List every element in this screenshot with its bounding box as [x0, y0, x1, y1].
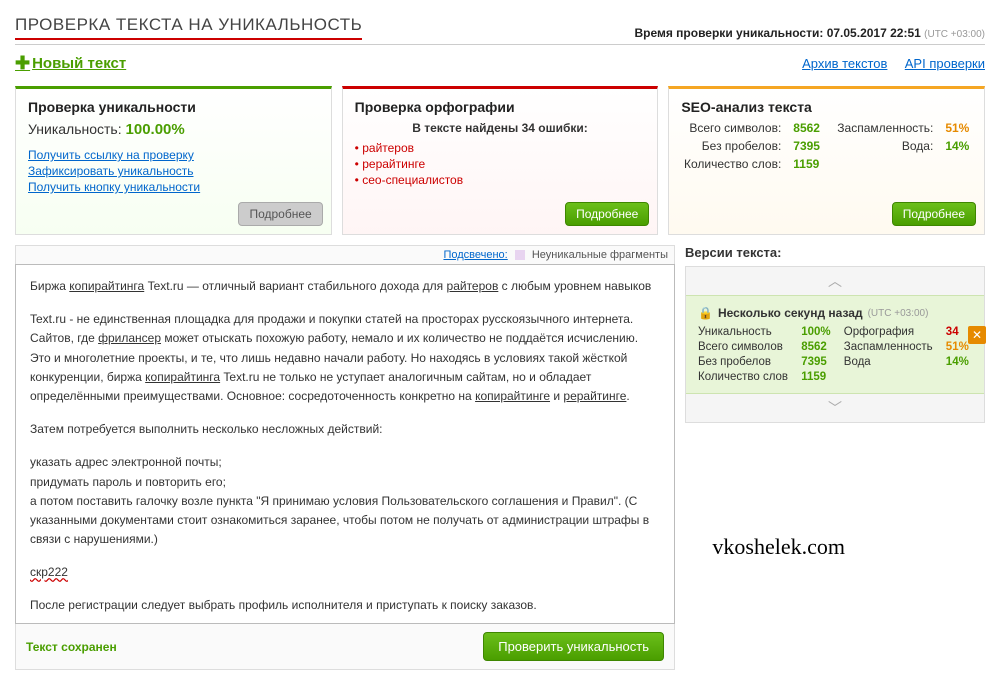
- uniq-title: Проверка уникальности: [28, 99, 319, 115]
- v-words-l: Количество слов: [698, 371, 791, 383]
- check-time: Время проверки уникальности: 07.05.2017 …: [634, 26, 985, 40]
- version-tz: (UTC +03:00): [868, 308, 929, 319]
- uniqueness-panel: Проверка уникальности Уникальность: 100.…: [15, 86, 332, 235]
- legend-bar: Подсвечено: Неуникальные фрагменты: [15, 245, 675, 264]
- new-text-link[interactable]: ✚ Новый текст: [15, 53, 126, 74]
- seo-words-value: 1159: [793, 157, 822, 171]
- spell-more-button[interactable]: Подробнее: [565, 202, 649, 226]
- seo-spam-label: Заспамленность:: [835, 121, 934, 135]
- v-words-v: 1159: [801, 371, 834, 383]
- seo-water-value: 14%: [945, 139, 972, 153]
- versions-title: Версии текста:: [685, 245, 985, 260]
- seo-words-label: Количество слов:: [681, 157, 781, 171]
- seo-spam-value: 51%: [945, 121, 972, 135]
- spell-item: • сео-специалистов: [355, 173, 646, 187]
- seo-more-button[interactable]: Подробнее: [892, 202, 976, 226]
- legend-swatch-icon: [515, 250, 525, 260]
- versions-up-button[interactable]: ︿: [686, 267, 984, 295]
- lock-icon: 🔒: [698, 306, 713, 320]
- v-chars-v: 8562: [801, 341, 834, 353]
- seo-title: SEO-анализ текста: [681, 99, 972, 115]
- seo-nospace-label: Без пробелов:: [681, 139, 781, 153]
- versions-down-button[interactable]: ﹀: [686, 394, 984, 422]
- version-time: Несколько секунд назад: [718, 306, 863, 320]
- v-uniq-l: Уникальность: [698, 326, 791, 338]
- text-saved-status: Текст сохранен: [26, 640, 117, 654]
- check-uniqueness-button[interactable]: Проверить уникальность: [483, 632, 664, 661]
- uniq-link-share[interactable]: Получить ссылку на проверку: [28, 148, 319, 162]
- seo-water-label: Вода:: [835, 139, 934, 153]
- uniq-value: 100.00%: [126, 121, 185, 138]
- uniq-label: Уникальность:: [28, 121, 122, 137]
- spell-subtitle: В тексте найдены 34 ошибки:: [355, 121, 646, 135]
- check-time-tz: (UTC +03:00): [924, 29, 985, 40]
- v-chars-l: Всего символов: [698, 341, 791, 353]
- archive-link[interactable]: Архив текстов: [802, 56, 887, 71]
- api-link[interactable]: API проверки: [905, 56, 985, 71]
- version-item[interactable]: 🔒 Несколько секунд назад (UTC +03:00) ✕ …: [686, 295, 984, 394]
- v-spell-l: Орфография: [844, 326, 936, 338]
- spell-item: • райтеров: [355, 141, 646, 155]
- v-nosp-l: Без пробелов: [698, 356, 791, 368]
- v-nosp-v: 7395: [801, 356, 834, 368]
- v-spam-l: Заспамленность: [844, 341, 936, 353]
- text-editor[interactable]: Биржа копирайтинга Text.ru — отличный ва…: [15, 264, 675, 624]
- check-time-value: 07.05.2017 22:51: [827, 26, 921, 40]
- spell-item: • рерайтинге: [355, 157, 646, 171]
- v-uniq-v: 100%: [801, 326, 834, 338]
- check-time-label: Время проверки уникальности:: [634, 26, 823, 40]
- v-water-v: 14%: [946, 356, 972, 368]
- new-text-label: Новый текст: [32, 55, 126, 72]
- uniq-more-button[interactable]: Подробнее: [238, 202, 322, 226]
- seo-panel: SEO-анализ текста Всего символов: 8562 З…: [668, 86, 985, 235]
- version-close-button[interactable]: ✕: [968, 326, 986, 344]
- seo-nospace-value: 7395: [793, 139, 822, 153]
- spell-title: Проверка орфографии: [355, 99, 646, 115]
- legend-link[interactable]: Подсвечено:: [443, 249, 507, 261]
- seo-chars-label: Всего символов:: [681, 121, 781, 135]
- plus-icon: ✚: [15, 53, 30, 74]
- spelling-panel: Проверка орфографии В тексте найдены 34 …: [342, 86, 659, 235]
- seo-chars-value: 8562: [793, 121, 822, 135]
- spell-list: • райтеров • рерайтинге • сео-специалист…: [355, 141, 646, 187]
- versions-box: ︿ 🔒 Несколько секунд назад (UTC +03:00) …: [685, 266, 985, 423]
- page-title: ПРОВЕРКА ТЕКСТА НА УНИКАЛЬНОСТЬ: [15, 15, 362, 40]
- legend-label: Неуникальные фрагменты: [532, 249, 668, 261]
- uniq-link-fix[interactable]: Зафиксировать уникальность: [28, 164, 319, 178]
- v-water-l: Вода: [844, 356, 936, 368]
- uniq-link-button[interactable]: Получить кнопку уникальности: [28, 180, 319, 194]
